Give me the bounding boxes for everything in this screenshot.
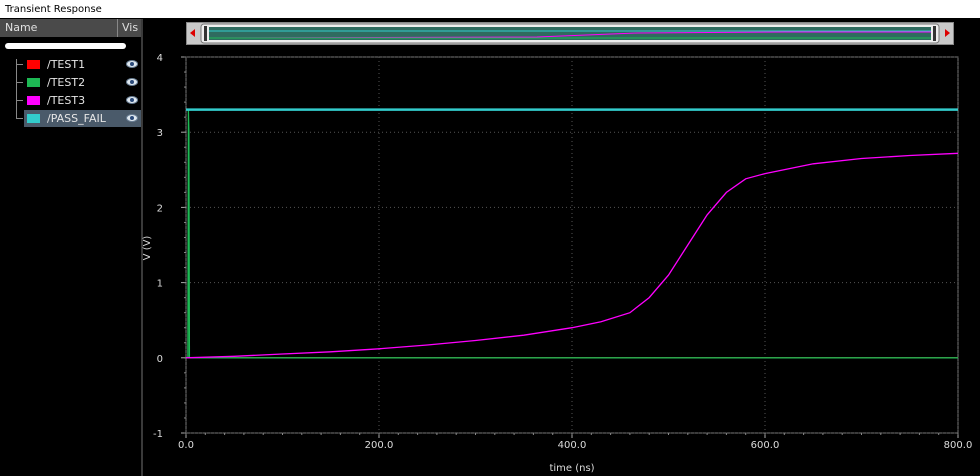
waveform-plot[interactable]: -1 0 1 2 3 4 0.0 200.0 400.0 600.0 800.0 V (V) tim… <box>0 0 980 476</box>
y-tick-label: 1 <box>157 279 163 290</box>
y-tick-label: 0 <box>157 354 163 365</box>
axis-ticks: -1 0 1 2 3 4 0.0 200.0 400.0 600.0 800.0 <box>153 53 972 451</box>
y-axis-label: V (V) <box>142 236 153 261</box>
x-tick-label: 400.0 <box>558 440 587 451</box>
y-tick-label: 4 <box>157 53 163 64</box>
y-tick-label: -1 <box>153 429 163 440</box>
trace-test3[interactable] <box>185 152 959 359</box>
x-tick-label: 0.0 <box>178 440 194 451</box>
x-tick-label: 200.0 <box>365 440 394 451</box>
grid <box>185 56 959 434</box>
y-tick-label: 3 <box>157 128 163 139</box>
y-tick-label: 2 <box>157 203 163 214</box>
x-tick-label: 600.0 <box>751 440 780 451</box>
x-axis-label: time (ns) <box>549 463 594 474</box>
x-tick-label: 800.0 <box>944 440 973 451</box>
